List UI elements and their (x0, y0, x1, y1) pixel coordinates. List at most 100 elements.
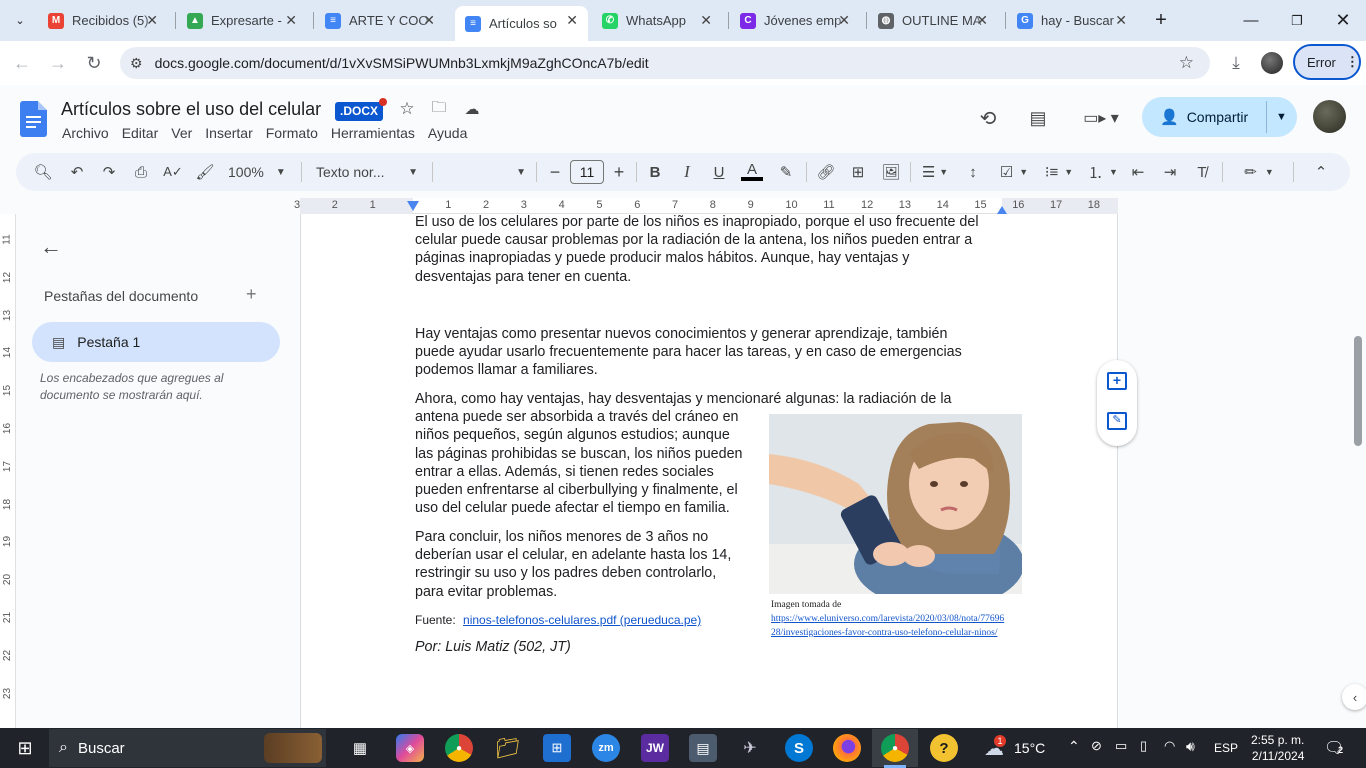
network-off-icon[interactable]: ⊘ (1091, 738, 1102, 754)
bold-button[interactable]: B (645, 162, 665, 182)
caption-link[interactable]: 28/investigaciones-favor-contra-uso-tele… (771, 628, 997, 638)
highlight-icon[interactable]: ✎ (776, 162, 796, 182)
decrease-font-size-button[interactable]: − (546, 162, 564, 182)
restore-button[interactable]: ❐ (1274, 0, 1320, 41)
clear-formatting-icon[interactable]: T̸ (1191, 162, 1213, 182)
increase-indent-icon[interactable]: ⇥ (1159, 162, 1181, 182)
close-tab-icon[interactable]: ✕ (976, 12, 988, 29)
temperature[interactable]: 15°C (1014, 740, 1045, 756)
close-tab-icon[interactable]: ✕ (285, 12, 297, 29)
browser-tab-3[interactable]: ≡ ARTE Y COO ✕ (315, 6, 445, 35)
document-title[interactable]: Artículos sobre el uso del celular (61, 99, 321, 120)
omnibox[interactable]: ⚙ docs.google.com/document/d/1vXvSMSiPWU… (120, 47, 1210, 79)
line-spacing-icon[interactable]: ↕ (962, 162, 984, 182)
link-icon[interactable]: 🔗︎ (815, 162, 837, 182)
close-tab-icon[interactable]: ✕ (423, 12, 435, 29)
document-page[interactable]: El uso de los celulares por parte de los… (300, 214, 1118, 728)
chrome-icon[interactable]: ● (445, 734, 473, 762)
collapse-toolbar-icon[interactable]: ⌃ (1310, 162, 1332, 182)
share-button[interactable]: 👤 Compartir ▼ (1142, 97, 1297, 137)
numbered-list-icon[interactable]: ⒈ ▼ (1084, 162, 1122, 182)
new-tab-button[interactable]: + (1138, 0, 1184, 41)
print-icon[interactable]: ⎙ (130, 162, 152, 182)
profile-avatar[interactable] (1261, 52, 1283, 74)
network-app-icon[interactable]: ✈ (736, 734, 764, 762)
bulleted-list-icon[interactable]: ⁝≡ ▼ (1040, 162, 1078, 182)
source-link[interactable]: ninos-telefonos-celulares.pdf (perueduca… (463, 613, 701, 627)
font-select[interactable]: ▼ (440, 162, 526, 182)
battery-icon[interactable]: ▯ (1140, 738, 1147, 754)
decrease-indent-icon[interactable]: ⇤ (1127, 162, 1149, 182)
copilot-icon[interactable]: ◈ (396, 734, 424, 762)
calculator-icon[interactable]: ▤ (689, 734, 717, 762)
browser-tab-2[interactable]: ▲ Expresarte - ✕ (177, 6, 307, 35)
site-info-icon[interactable]: ⚙ (130, 55, 143, 72)
firefox-icon[interactable] (833, 734, 861, 762)
reload-icon[interactable]: ↻ (82, 52, 106, 74)
close-tab-icon[interactable]: ✕ (146, 12, 158, 29)
child-phone-photo[interactable] (769, 414, 1022, 594)
file-explorer-icon[interactable]: 📁︎ (494, 734, 522, 762)
browser-tab-5[interactable]: ✆ WhatsApp ✕ (592, 6, 722, 35)
checklist-icon[interactable]: ☑ ▼ (994, 162, 1034, 182)
back-icon[interactable]: ← (10, 52, 34, 74)
menu-item-0[interactable]: Archivo (62, 125, 109, 141)
italic-button[interactable]: I (677, 162, 697, 182)
close-tab-icon[interactable]: ✕ (838, 12, 850, 29)
font-size-input[interactable]: 11 (570, 160, 604, 184)
meet-icon[interactable]: ▭▸ ▾ (1081, 106, 1121, 130)
menu-item-5[interactable]: Herramientas (331, 125, 415, 141)
zoom-app-icon[interactable]: zm (592, 734, 620, 762)
add-comment-icon[interactable]: ⊞ (847, 162, 869, 182)
system-clock[interactable]: 2:55 p. m. 2/11/2024 (1251, 732, 1304, 764)
undo-icon[interactable]: ↶ (66, 162, 88, 182)
horizontal-ruler[interactable]: 3 2 1 1 2 3 4 5 6 7 8 9 10 11 12 13 14 15 16 17 18 (294, 198, 1118, 214)
paragraph-ventajas[interactable]: Hay ventajas como presentar nuevos conoc… (415, 325, 962, 380)
image-caption[interactable]: Imagen tomada de https://www.eluniverso.… (771, 598, 1004, 640)
docx-badge[interactable]: .DOCX (335, 98, 388, 121)
paint-format-icon[interactable]: 🖌︎ (194, 162, 216, 182)
increase-font-size-button[interactable]: + (610, 162, 628, 182)
browser-tab-6[interactable]: C Jóvenes emp ✕ (730, 6, 860, 35)
close-window-button[interactable]: ✕ (1320, 0, 1366, 41)
browser-tab-1[interactable]: M Recibidos (5) ✕ (38, 6, 168, 35)
docs-logo-icon[interactable] (20, 101, 47, 137)
editing-mode-icon[interactable]: ✏ ▼ (1240, 162, 1278, 182)
jw-library-icon[interactable]: JW (641, 734, 669, 762)
paragraph-intro[interactable]: El uso de los celulares por parte de los… (415, 214, 979, 286)
forward-icon[interactable]: → (46, 52, 70, 74)
menu-item-2[interactable]: Ver (171, 125, 192, 141)
minimize-button[interactable]: — (1228, 0, 1274, 41)
volume-icon[interactable]: 🔊︎ (1186, 738, 1195, 755)
suggest-edit-float-icon[interactable]: ✎ (1107, 412, 1127, 430)
underline-button[interactable]: U (709, 162, 729, 182)
monitor-icon[interactable]: ▭ (1115, 738, 1127, 754)
menu-item-1[interactable]: Editar (122, 125, 159, 141)
add-tab-icon[interactable]: + (246, 284, 257, 305)
sidebar-item-pestana-1[interactable]: ▤ Pestaña 1 (32, 322, 280, 362)
redo-icon[interactable]: ↷ (98, 162, 120, 182)
source-line[interactable]: Fuente: ninos-telefonos-celulares.pdf (p… (415, 611, 701, 629)
align-select[interactable]: ☰ ▼ (918, 162, 952, 182)
browser-tab-7[interactable]: ◍ OUTLINE MA ✕ (868, 6, 998, 35)
browser-tab-8[interactable]: Ghay - Buscar ✕ (1007, 6, 1137, 35)
input-language[interactable]: ESP (1214, 741, 1238, 755)
cloud-status-icon[interactable]: ☁ (461, 100, 483, 118)
share-dropdown-icon[interactable]: ▼ (1276, 111, 1287, 123)
star-icon[interactable]: ☆ (397, 99, 417, 118)
close-tab-icon[interactable]: ✕ (1115, 12, 1127, 29)
menu-item-3[interactable]: Insertar (205, 125, 252, 141)
add-comment-float-icon[interactable]: + (1107, 372, 1127, 390)
taskbar-search-box[interactable]: ⌕ Buscar (49, 729, 326, 767)
search-menus-icon[interactable]: 🔍︎ (32, 162, 54, 182)
author-line[interactable]: Por: Luis Matiz (502, JT) (415, 638, 571, 656)
insert-image-icon[interactable]: 🖼︎ (880, 162, 902, 182)
vertical-scrollbar[interactable]: ‹ (1342, 214, 1366, 728)
scrollbar-thumb[interactable] (1354, 336, 1362, 446)
skype-icon[interactable]: S (785, 734, 813, 762)
bookmark-star-icon[interactable]: ☆ (1179, 53, 1194, 73)
help-icon[interactable]: ? (930, 734, 958, 762)
spellcheck-icon[interactable]: A✓ (162, 162, 184, 182)
paragraph-conclusion[interactable]: Para concluir, los niños menores de 3 añ… (415, 528, 731, 601)
version-history-icon[interactable]: ⟲ (976, 106, 1000, 130)
